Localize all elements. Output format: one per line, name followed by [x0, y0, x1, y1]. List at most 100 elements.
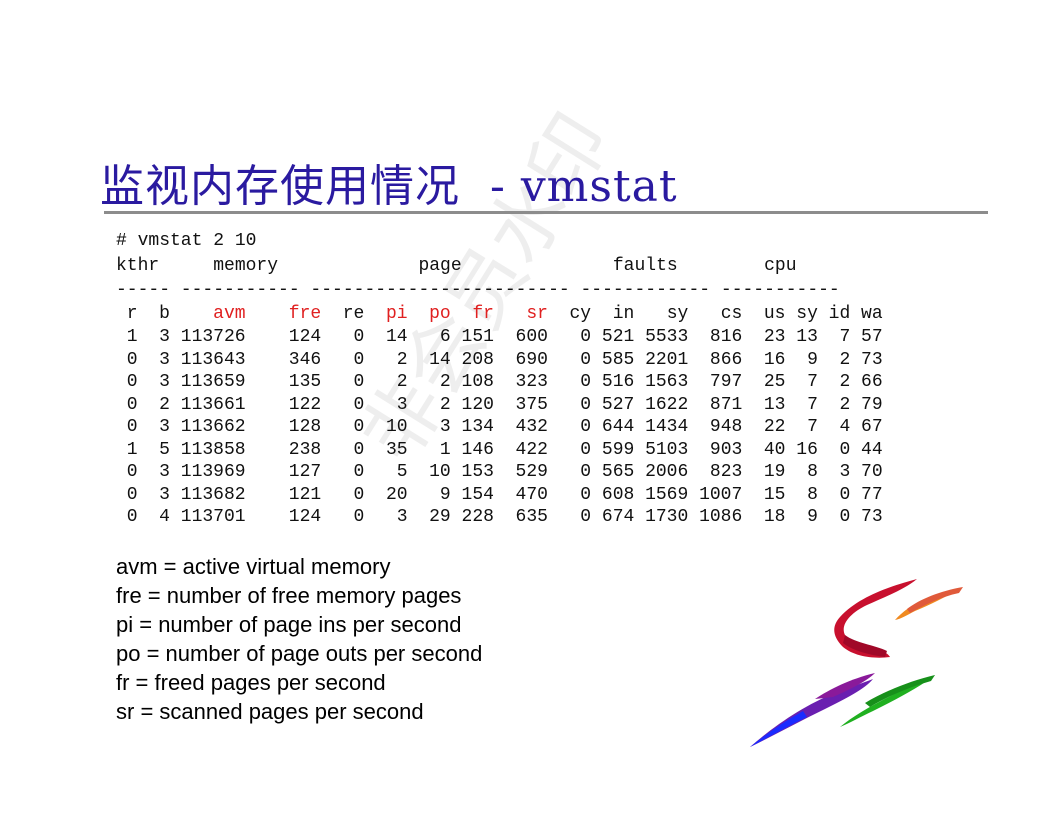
ribbon-s-logo — [750, 579, 963, 747]
column-header-fre: fre — [288, 304, 322, 324]
table-cell: 2201 — [645, 349, 689, 370]
table-cell: 0 — [580, 484, 592, 505]
table-cell: 1 — [126, 439, 138, 460]
table-cell: 15 — [763, 484, 786, 505]
table-cell: 422 — [515, 439, 548, 460]
table-cell: 18 — [763, 507, 786, 528]
table-cell: 0 — [580, 439, 592, 460]
legend: avm = active virtual memory fre = number… — [116, 552, 482, 726]
table-cell: 0 — [126, 484, 138, 505]
legend-fre: fre = number of free memory pages — [116, 583, 462, 608]
table-cell: 135 — [288, 372, 322, 393]
table-cell: 146 — [461, 439, 494, 460]
table-cell: 823 — [709, 462, 743, 483]
table-row: 0 3 113682 121 0 20 9 154 470 0 608 1569 1007 15 8 0 77 — [116, 484, 883, 507]
column-header-po: po — [429, 304, 451, 324]
table-cell: 871 — [709, 394, 743, 415]
table-cell: 228 — [461, 507, 494, 528]
table-cell: 3 — [439, 417, 451, 438]
table-cell: 0 — [353, 327, 365, 348]
table-cell: 153 — [461, 462, 494, 483]
column-header-fr: fr — [472, 304, 494, 324]
table-cell: 866 — [709, 349, 743, 370]
table-cell: 20 — [385, 484, 408, 505]
table-cell: 120 — [461, 394, 494, 415]
table-cell: 7 — [839, 327, 851, 348]
table-cell: 2 — [839, 394, 851, 415]
table-cell: 22 — [763, 417, 786, 438]
table-cell: 113662 — [180, 417, 246, 438]
table-cell: 2 — [396, 372, 408, 393]
table-cell: 44 — [861, 439, 883, 460]
table-cell: 3 — [396, 507, 408, 528]
table-cell: 151 — [461, 327, 494, 348]
table-cell: 0 — [580, 327, 592, 348]
table-cell: 70 — [861, 462, 883, 483]
table-cell: 16 — [796, 439, 818, 460]
table-cell: 154 — [461, 484, 494, 505]
legend-avm: avm = active virtual memory — [116, 554, 391, 579]
table-cell: 73 — [861, 349, 883, 370]
table-cell: 529 — [515, 462, 548, 483]
table-cell: 0 — [580, 349, 592, 370]
table-cell: 0 — [126, 372, 138, 393]
table-cell: 1007 — [699, 484, 743, 505]
table-cell: 0 — [353, 372, 365, 393]
table-cell: 346 — [288, 349, 322, 370]
table-cell: 108 — [461, 372, 494, 393]
table-cell: 0 — [353, 462, 365, 483]
column-header-re: re — [342, 304, 365, 324]
table-cell: 0 — [353, 507, 365, 528]
table-cell: 19 — [763, 462, 786, 483]
table-cell: 1569 — [645, 484, 689, 505]
table-cell: 608 — [601, 484, 635, 505]
table-cell: 516 — [601, 372, 635, 393]
table-cell: 375 — [515, 394, 548, 415]
table-cell: 3 — [159, 462, 170, 483]
table-cell: 3 — [839, 462, 851, 483]
table-cell: 3 — [159, 484, 170, 505]
page-title: 监视内存使用情况 - vmstat — [100, 161, 678, 212]
command-line: # vmstat 2 10 — [116, 231, 257, 251]
table-cell: 77 — [861, 484, 883, 505]
table-cell: 7 — [807, 417, 818, 438]
table-row: 0 3 113969 127 0 5 10 153 529 0 565 2006 823 19 8 3 70 — [116, 461, 883, 484]
table-cell: 113682 — [180, 484, 246, 505]
legend-po: po = number of page outs per second — [116, 641, 483, 666]
table-cell: 635 — [515, 507, 548, 528]
table-cell: 121 — [288, 484, 322, 505]
legend-pi: pi = number of page ins per second — [116, 612, 462, 637]
table-cell: 3 — [159, 349, 170, 370]
table-cell: 0 — [353, 394, 365, 415]
table-cell: 674 — [601, 507, 635, 528]
table-cell: 113661 — [180, 394, 246, 415]
table-cell: 9 — [807, 507, 818, 528]
table-cell: 66 — [861, 372, 883, 393]
table-cell: 0 — [580, 394, 592, 415]
table-cell: 0 — [580, 462, 592, 483]
table-cell: 8 — [807, 484, 818, 505]
table-cell: 25 — [763, 372, 786, 393]
column-header-id: id — [828, 304, 851, 324]
table-cell: 0 — [353, 349, 365, 370]
table-cell: 35 — [385, 439, 408, 460]
table-cell: 323 — [515, 372, 548, 393]
table-row: 0 4 113701 124 0 3 29 228 635 0 674 1730 1086 18 9 0 73 — [116, 506, 883, 529]
table-cell: 134 — [461, 417, 494, 438]
table-cell: 113969 — [180, 462, 246, 483]
column-groups: kthr memory page faults cpu — [116, 256, 797, 276]
table-cell: 600 — [515, 327, 548, 348]
table-cell: 1 — [126, 327, 138, 348]
table-cell: 29 — [429, 507, 451, 528]
table-cell: 14 — [385, 327, 408, 348]
table-cell: 3 — [159, 327, 170, 348]
table-cell: 2 — [439, 394, 451, 415]
table-cell: 0 — [353, 484, 365, 505]
table-cell: 8 — [807, 462, 818, 483]
table-cell: 5 — [159, 439, 170, 460]
table-cell: 0 — [839, 484, 851, 505]
table-cell: 1730 — [645, 507, 689, 528]
column-header-in: in — [612, 304, 635, 324]
table-row: 0 3 113643 346 0 2 14 208 690 0 585 2201 866 16 9 2 73 — [116, 349, 883, 372]
table-cell: 23 — [763, 327, 786, 348]
